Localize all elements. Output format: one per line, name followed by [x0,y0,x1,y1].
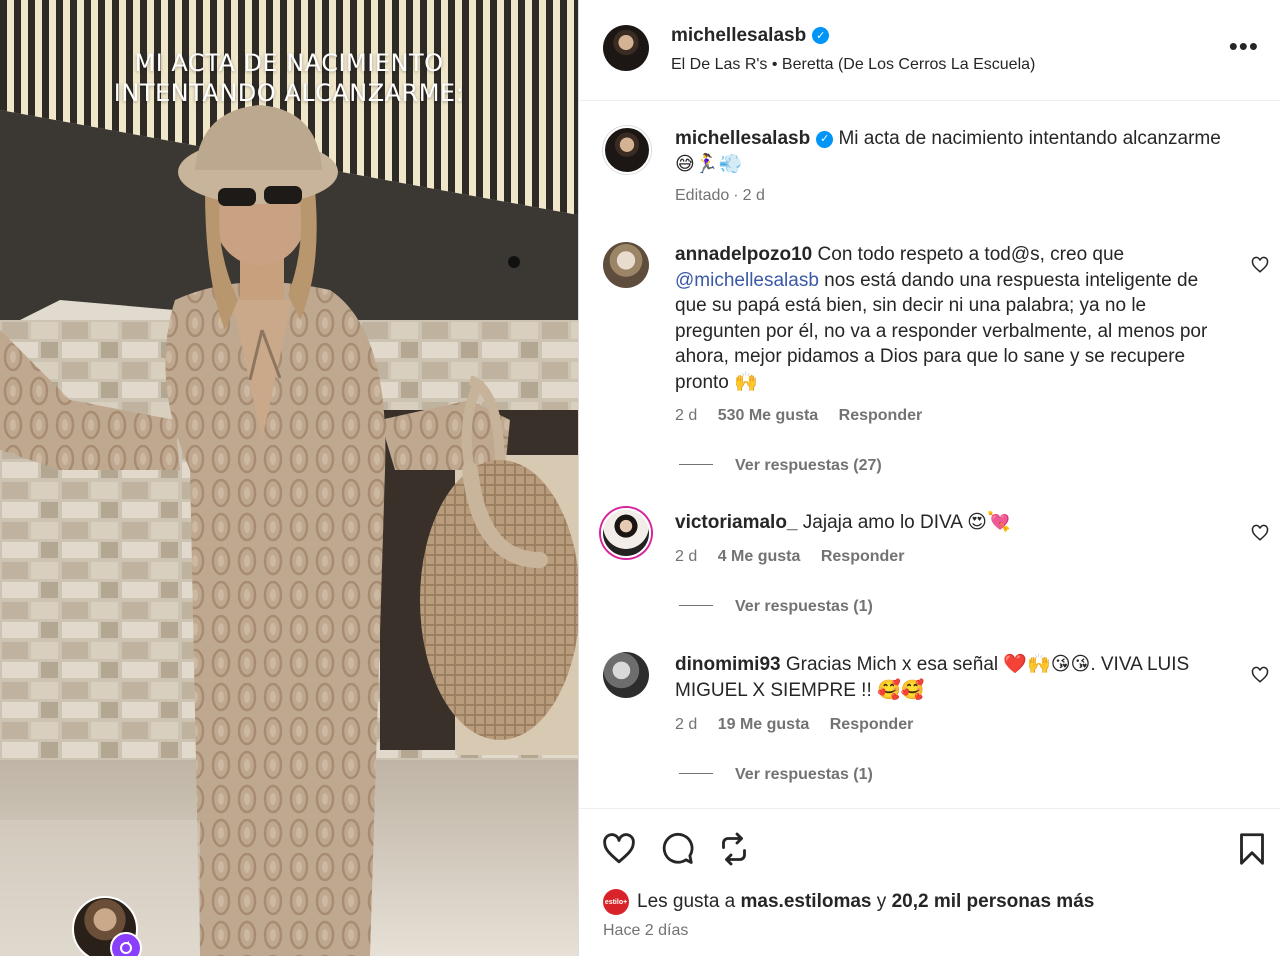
comment-username[interactable]: dinomimi93 [675,654,781,675]
comment-reply-button[interactable]: Responder [821,548,905,565]
author-avatar[interactable] [603,25,649,71]
reels-glyph-icon [120,941,132,954]
likes-count-link[interactable]: 20,2 mil personas más [892,891,1095,913]
save-bookmark-icon[interactable] [1234,831,1270,867]
comment-time[interactable]: 2 d [675,548,697,565]
caption-time[interactable]: 2 d [743,187,765,204]
caption-text-block: michellesalasb ✓ Mi acta de nacimiento in… [675,126,1235,177]
comment-meta: 2 d 4 Me gusta Responder [675,548,920,566]
comment-like-heart-icon[interactable] [1251,666,1269,684]
author-username[interactable]: michellesalasb ✓ [671,25,830,47]
post-header: michellesalasb ✓ El De Las R's • Beretta … [579,0,1280,101]
comment-like-heart-icon[interactable] [1251,524,1269,542]
replies-divider-line [679,605,713,606]
commenter-avatar[interactable] [603,652,649,698]
verified-badge-icon: ✓ [812,27,830,44]
repost-icon[interactable] [716,831,752,867]
commenter-avatar[interactable] [603,242,649,288]
liker-avatar[interactable]: estilo+ [603,889,629,915]
comment-text-block: dinomimi93 Gracias Mich x esa señal ❤️🙌😘… [675,652,1235,703]
post-video-frame [0,0,578,956]
reels-icon [110,932,142,956]
overlay-line-1: MI ACTA DE NACIMIENTO [134,49,444,77]
comment-username[interactable]: annadelpozo10 [675,244,812,265]
comment-username[interactable]: victoriamalo_ [675,512,798,533]
view-replies-button[interactable]: Ver respuestas (27) [679,457,882,475]
likes-prefix: Les gusta a [637,891,741,912]
comment-likes-count[interactable]: 19 Me gusta [718,716,810,733]
comment-reply-button[interactable]: Responder [839,407,923,424]
comment-text-block: annadelpozo10 Con todo respeto a tod@s, … [675,242,1235,395]
video-overlay-caption: MI ACTA DE NACIMIENTO INTENTANDO ALCANZA… [0,48,578,108]
likes-summary: estilo+ Les gusta a mas.estilomas y 20,2… [603,889,1094,915]
replies-divider-line [679,464,713,465]
comment-time[interactable]: 2 d [675,716,697,733]
post-detail-panel: michellesalasb ✓ El De Las R's • Beretta … [578,0,1280,956]
view-replies-button[interactable]: Ver respuestas (1) [679,766,873,784]
caption-username[interactable]: michellesalasb [675,128,810,149]
post-timestamp[interactable]: Hace 2 días [603,922,688,940]
overlay-line-2: INTENTANDO ALCANZARME: [113,79,465,107]
comment-mention-link[interactable]: @michellesalasb [675,270,819,291]
comment-likes-count[interactable]: 530 Me gusta [718,407,818,424]
comment-like-heart-icon[interactable] [1251,256,1269,274]
likes-mid: y [871,891,892,912]
replies-divider-line [679,773,713,774]
author-username-text[interactable]: michellesalasb [671,25,806,46]
liker-username[interactable]: mas.estilomas [741,891,872,913]
view-replies-label[interactable]: Ver respuestas (1) [735,766,873,783]
commenter-avatar[interactable] [601,508,651,558]
comment-meta: 2 d 19 Me gusta Responder [675,716,929,734]
comment-text-block: victoriamalo_ Jajaja amo lo DIVA 😍💘 [675,510,1235,536]
comment-text: Con todo respeto a tod@s, creo que [817,244,1125,265]
caption-author-avatar[interactable] [603,126,651,174]
post-location[interactable]: El De Las R's • Beretta (De Los Cerros L… [671,56,1035,74]
more-options-icon[interactable]: ••• [1229,33,1259,59]
verified-badge-icon: ✓ [816,131,834,149]
comment-text: Jajaja amo lo DIVA 😍💘 [802,512,1011,533]
comment-meta: 2 d 530 Me gusta Responder [675,407,938,425]
comment-time[interactable]: 2 d [675,407,697,424]
view-replies-label[interactable]: Ver respuestas (1) [735,598,873,615]
post-actions-bar: estilo+ Les gusta a mas.estilomas y 20,2… [579,808,1280,956]
comment-likes-count[interactable]: 4 Me gusta [718,548,801,565]
post-media[interactable]: MI ACTA DE NACIMIENTO INTENTANDO ALCANZA… [0,0,578,956]
like-heart-icon[interactable] [601,831,637,867]
view-replies-button[interactable]: Ver respuestas (1) [679,598,873,616]
caption-meta: Editado · 2 d [675,187,781,205]
comment-bubble-icon[interactable] [659,831,695,867]
caption-edited-label: Editado [675,187,730,204]
comment-reply-button[interactable]: Responder [830,716,914,733]
meta-separator: · [733,187,739,204]
comments-list[interactable]: michellesalasb ✓ Mi acta de nacimiento in… [579,102,1280,808]
view-replies-label[interactable]: Ver respuestas (27) [735,457,882,474]
